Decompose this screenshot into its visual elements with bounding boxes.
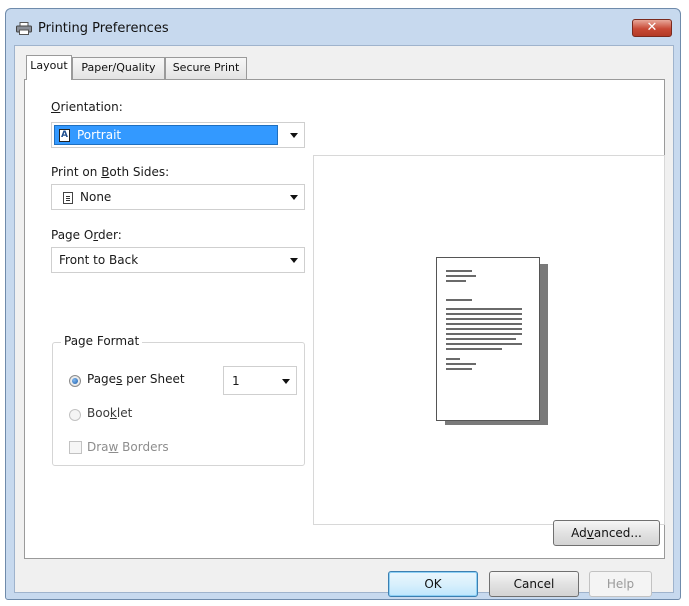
page-order-label: Page Order:: [51, 228, 122, 242]
page-order-dropdown[interactable]: Front to Back: [51, 247, 305, 273]
chevron-down-icon: [290, 133, 298, 138]
dialog-client-area: Layout Paper/Quality Secure Print Orient…: [14, 45, 674, 597]
ok-label: OK: [424, 577, 442, 591]
pages-per-sheet-radio[interactable]: [69, 375, 81, 387]
title-bar: Printing Preferences ✕: [6, 9, 680, 45]
orientation-label: Orientation:: [51, 100, 123, 114]
window-title: Printing Preferences: [38, 21, 169, 36]
close-button[interactable]: ✕: [632, 19, 672, 37]
layout-preview: [313, 155, 665, 525]
cancel-label: Cancel: [513, 577, 555, 591]
draw-borders-label: Draw Borders: [87, 440, 169, 454]
printer-icon: [16, 22, 32, 35]
pages-per-sheet-dropdown[interactable]: 1: [223, 366, 297, 395]
close-icon: ✕: [646, 20, 658, 35]
pages-per-sheet-label: Pages per Sheet: [87, 372, 185, 386]
preview-page-icon: [436, 257, 540, 421]
orientation-dropdown[interactable]: A Portrait: [51, 122, 305, 148]
cancel-button[interactable]: Cancel: [489, 571, 579, 597]
tab-label: Paper/Quality: [81, 61, 156, 74]
help-label: Help: [606, 577, 635, 591]
layout-tab-panel: Orientation: A Portrait Print on Both Si…: [24, 79, 665, 559]
help-button[interactable]: Help: [589, 571, 652, 597]
tab-label: Layout: [30, 59, 68, 72]
printing-preferences-window: Printing Preferences ✕ Layout Paper/Qual…: [5, 8, 681, 600]
tab-label: Secure Print: [172, 61, 240, 74]
both-sides-label: Print on Both Sides:: [51, 165, 170, 179]
chevron-down-icon: [290, 258, 298, 263]
document-icon: [63, 192, 73, 204]
orientation-value: Portrait: [77, 128, 122, 142]
chevron-down-icon: [290, 195, 298, 200]
booklet-label: Booklet: [87, 406, 133, 420]
ok-button[interactable]: OK: [388, 571, 478, 597]
draw-borders-checkbox[interactable]: [69, 441, 82, 454]
page-format-legend: Page Format: [61, 334, 143, 348]
tab-layout[interactable]: Layout: [26, 55, 72, 80]
advanced-button[interactable]: Advanced...: [553, 520, 660, 546]
booklet-radio[interactable]: [69, 409, 81, 421]
both-sides-value: None: [80, 190, 112, 204]
tab-secure-print[interactable]: Secure Print: [165, 57, 247, 79]
pages-per-sheet-value: 1: [232, 374, 240, 388]
page-order-value: Front to Back: [59, 253, 139, 267]
chevron-down-icon: [282, 379, 290, 384]
portrait-orientation-icon: A: [59, 129, 70, 142]
both-sides-dropdown[interactable]: None: [51, 184, 305, 210]
page-format-group: Page Format Pages per Sheet 1 Booklet Dr…: [52, 334, 305, 466]
tab-paper-quality[interactable]: Paper/Quality: [72, 57, 165, 79]
